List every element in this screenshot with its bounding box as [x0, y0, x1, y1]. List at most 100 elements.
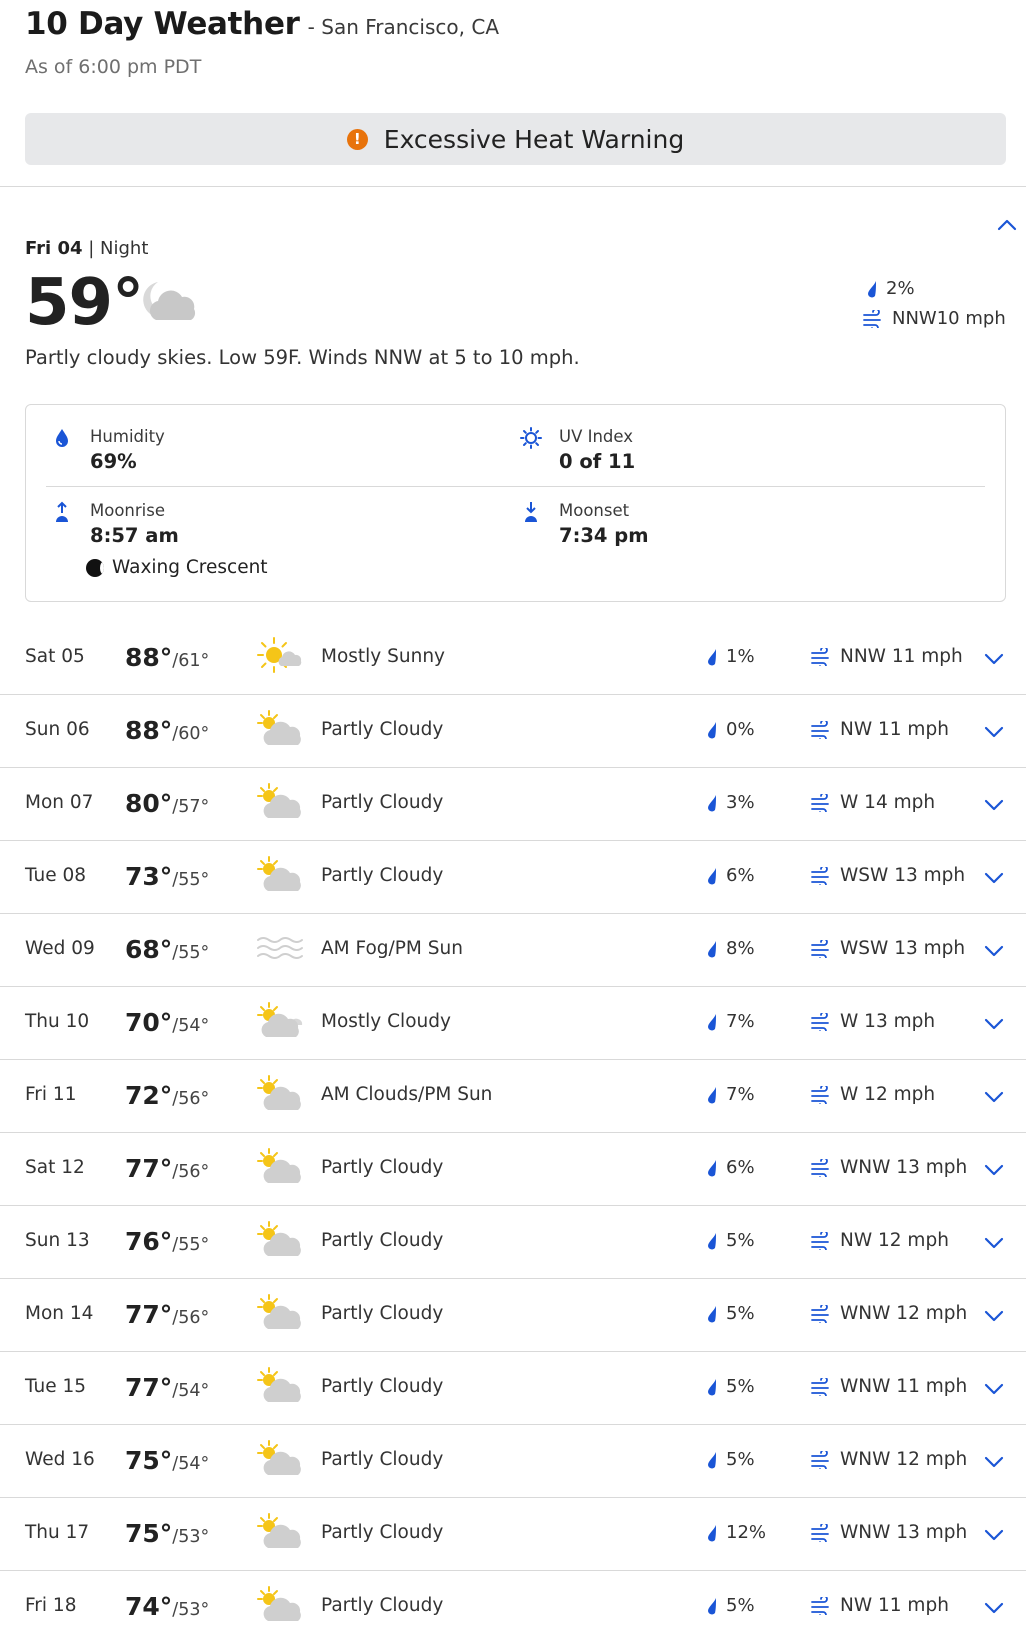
forecast-condition: AM Fog/PM Sun: [321, 938, 463, 959]
partly-cloudy-icon: [257, 1367, 301, 1402]
chevron-down-icon[interactable]: [983, 797, 1005, 813]
chevron-down-icon[interactable]: [983, 870, 1005, 886]
today-description: Partly cloudy skies. Low 59F. Winds NNW …: [25, 346, 580, 369]
forecast-precip: 5%: [706, 1595, 755, 1616]
forecast-date: Mon 14: [25, 1303, 94, 1324]
wind-icon: [811, 1158, 829, 1177]
forecast-low: /53°: [172, 1600, 210, 1620]
exclamation-icon: !: [346, 128, 368, 150]
forecast-row[interactable]: Sun 13 76°/55° Partly Cloudy 5% NW 12 mp…: [0, 1206, 1026, 1279]
details-divider: [46, 486, 985, 487]
chevron-down-icon[interactable]: [983, 1600, 1005, 1616]
location-label: - San Francisco, CA: [307, 15, 499, 39]
forecast-wind: WNW 11 mph: [810, 1376, 967, 1397]
forecast-precip: 3%: [706, 792, 755, 813]
forecast-high: 77°: [125, 1373, 173, 1402]
humidity-value: 69%: [90, 450, 137, 473]
partly-cloudy-icon: [257, 856, 301, 891]
forecast-precip-value: 5%: [726, 1303, 755, 1324]
forecast-row[interactable]: Wed 09 68°/55° AM Fog/PM Sun 8% WSW 13 m…: [0, 914, 1026, 987]
forecast-date: Wed 09: [25, 938, 95, 959]
forecast-precip: 8%: [706, 938, 755, 959]
details-card: Humidity 69% UV Index 0 of 11 Moonrise 8…: [25, 404, 1006, 602]
forecast-row[interactable]: Mon 14 77°/56° Partly Cloudy 5% WNW 12 m…: [0, 1279, 1026, 1352]
forecast-precip: 6%: [706, 865, 755, 886]
forecast-row[interactable]: Tue 15 77°/54° Partly Cloudy 5% WNW 11 m…: [0, 1352, 1026, 1425]
raindrop-icon: [708, 1086, 716, 1103]
forecast-row[interactable]: Sun 06 88°/60° Partly Cloudy 0% NW 11 mp…: [0, 695, 1026, 768]
chevron-down-icon[interactable]: [983, 724, 1005, 740]
divider: [0, 186, 1026, 187]
forecast-precip-value: 1%: [726, 646, 755, 667]
uv-sun-icon: [520, 427, 542, 449]
forecast-row[interactable]: Thu 17 75°/53° Partly Cloudy 12% WNW 13 …: [0, 1498, 1026, 1571]
chevron-down-icon[interactable]: [983, 1235, 1005, 1251]
moonset-label: Moonset: [559, 501, 630, 520]
forecast-row[interactable]: Wed 16 75°/54° Partly Cloudy 5% WNW 12 m…: [0, 1425, 1026, 1498]
wind-icon: [811, 1596, 829, 1615]
forecast-precip-value: 12%: [726, 1522, 767, 1543]
chevron-down-icon[interactable]: [983, 1454, 1005, 1470]
humidity-item: Humidity 69%: [51, 427, 165, 473]
forecast-high: 77°: [125, 1154, 173, 1183]
chevron-down-icon[interactable]: [983, 1527, 1005, 1543]
partly-cloudy-icon: [257, 1148, 301, 1183]
chevron-down-icon[interactable]: [983, 1016, 1005, 1032]
uv-index-label: UV Index: [559, 427, 634, 446]
forecast-date: Sun 06: [25, 719, 90, 740]
forecast-condition: Partly Cloudy: [321, 1376, 444, 1397]
chevron-down-icon[interactable]: [983, 1381, 1005, 1397]
forecast-wind-value: W 12 mph: [840, 1084, 936, 1105]
forecast-condition: Partly Cloudy: [321, 1449, 444, 1470]
wind-icon: [811, 1304, 829, 1323]
forecast-wind: WSW 13 mph: [810, 865, 965, 886]
forecast-row[interactable]: Tue 08 73°/55° Partly Cloudy 6% WSW 13 m…: [0, 841, 1026, 914]
moon-phase-icon: [86, 558, 104, 577]
chevron-down-icon[interactable]: [983, 943, 1005, 959]
partly-cloudy-icon: [257, 1294, 301, 1329]
forecast-low: /53°: [172, 1527, 210, 1547]
forecast-row[interactable]: Mon 07 80°/57° Partly Cloudy 3% W 14 mph: [0, 768, 1026, 841]
forecast-high: 74°: [125, 1592, 173, 1621]
as-of-timestamp: As of 6:00 pm PDT: [25, 56, 202, 78]
forecast-row[interactable]: Fri 11 72°/56° AM Clouds/PM Sun 7% W 12 …: [0, 1060, 1026, 1133]
forecast-wind: NNW 11 mph: [810, 646, 963, 667]
forecast-wind-value: WNW 11 mph: [840, 1376, 968, 1397]
chevron-down-icon[interactable]: [983, 1162, 1005, 1178]
forecast-row[interactable]: Fri 18 74°/53° Partly Cloudy 5% NW 11 mp…: [0, 1571, 1026, 1641]
today-period: Night: [100, 238, 149, 259]
forecast-precip: 5%: [706, 1230, 755, 1251]
forecast-wind-value: WSW 13 mph: [840, 938, 966, 959]
chevron-down-icon[interactable]: [983, 1089, 1005, 1105]
forecast-precip-value: 6%: [726, 865, 755, 886]
forecast-high: 72°: [125, 1081, 173, 1110]
forecast-condition: Partly Cloudy: [321, 792, 444, 813]
raindrop-icon: [708, 1013, 716, 1030]
forecast-row[interactable]: Sat 05 88°/61° Mostly Sunny 1% NNW 11 mp…: [0, 622, 1026, 695]
forecast-high: 80°: [125, 789, 173, 818]
forecast-date: Fri 18: [25, 1595, 77, 1616]
forecast-row[interactable]: Sat 12 77°/56° Partly Cloudy 6% WNW 13 m…: [0, 1133, 1026, 1206]
forecast-date: Thu 10: [25, 1011, 90, 1032]
forecast-date: Sat 05: [25, 646, 85, 667]
forecast-high: 88°: [125, 643, 173, 672]
heat-warning-banner[interactable]: ! Excessive Heat Warning: [25, 113, 1006, 165]
forecast-wind: WNW 13 mph: [810, 1522, 967, 1543]
forecast-wind: WNW 13 mph: [810, 1157, 967, 1178]
wind-icon: [811, 647, 829, 666]
wind-icon: [811, 866, 829, 885]
wind-icon: [811, 793, 829, 812]
forecast-date: Mon 07: [25, 792, 94, 813]
today-precip: 2%: [866, 278, 915, 299]
chevron-down-icon[interactable]: [983, 651, 1005, 667]
wind-icon: [811, 1523, 829, 1542]
chevron-up-icon[interactable]: [996, 216, 1018, 232]
wind-icon: [811, 1450, 829, 1469]
forecast-date: Sun 13: [25, 1230, 90, 1251]
raindrop-icon: [708, 1378, 716, 1395]
chevron-down-icon[interactable]: [983, 1308, 1005, 1324]
forecast-precip-value: 0%: [726, 719, 755, 740]
forecast-temps: 70°/54°: [125, 1008, 209, 1037]
forecast-row[interactable]: Thu 10 70°/54° Mostly Cloudy 7% W 13 mph: [0, 987, 1026, 1060]
forecast-precip: 12%: [706, 1522, 766, 1543]
